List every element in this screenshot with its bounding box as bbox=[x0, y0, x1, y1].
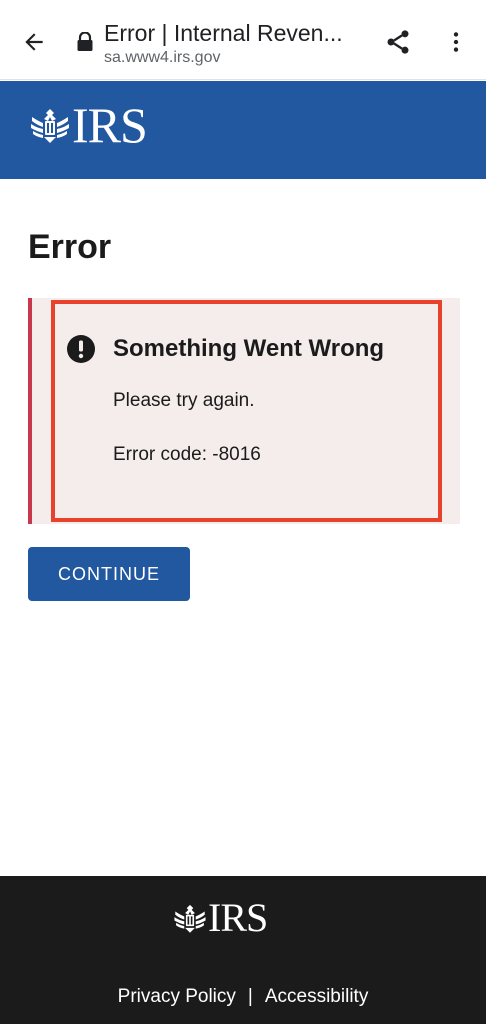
logo-text: IRS bbox=[72, 97, 148, 153]
page-title: Error bbox=[28, 228, 112, 266]
browser-toolbar: Error | Internal Reven... sa.www4.irs.go… bbox=[0, 0, 486, 80]
alert-heading: Something Went Wrong bbox=[113, 335, 385, 362]
url-text[interactable]: sa.www4.irs.gov bbox=[104, 49, 220, 67]
footer-separator: | bbox=[247, 986, 253, 1007]
more-menu-button[interactable] bbox=[440, 26, 472, 58]
footer-links: Privacy Policy | Accessibility bbox=[0, 986, 486, 1008]
exclamation-icon bbox=[67, 335, 95, 363]
eagle-icon bbox=[174, 904, 206, 933]
error-code: Error code: -8016 bbox=[113, 444, 261, 465]
share-icon bbox=[387, 30, 409, 54]
footer-irs-logo[interactable]: IRS bbox=[172, 895, 268, 940]
back-arrow-icon bbox=[25, 33, 43, 51]
continue-button[interactable]: CONTINUE bbox=[28, 547, 190, 601]
tab-title[interactable]: Error | Internal Reven... bbox=[104, 20, 364, 47]
more-vert-icon bbox=[453, 32, 459, 52]
share-button[interactable] bbox=[382, 26, 414, 58]
lock-icon bbox=[77, 32, 93, 51]
eagle-icon bbox=[31, 109, 69, 143]
alert-message: Please try again. bbox=[113, 390, 255, 411]
irs-logo[interactable]: IRS bbox=[28, 97, 148, 153]
footer-logo-text: IRS bbox=[208, 895, 268, 940]
back-button[interactable] bbox=[18, 26, 50, 58]
accessibility-link[interactable]: Accessibility bbox=[265, 986, 368, 1008]
privacy-policy-link[interactable]: Privacy Policy bbox=[118, 986, 236, 1008]
